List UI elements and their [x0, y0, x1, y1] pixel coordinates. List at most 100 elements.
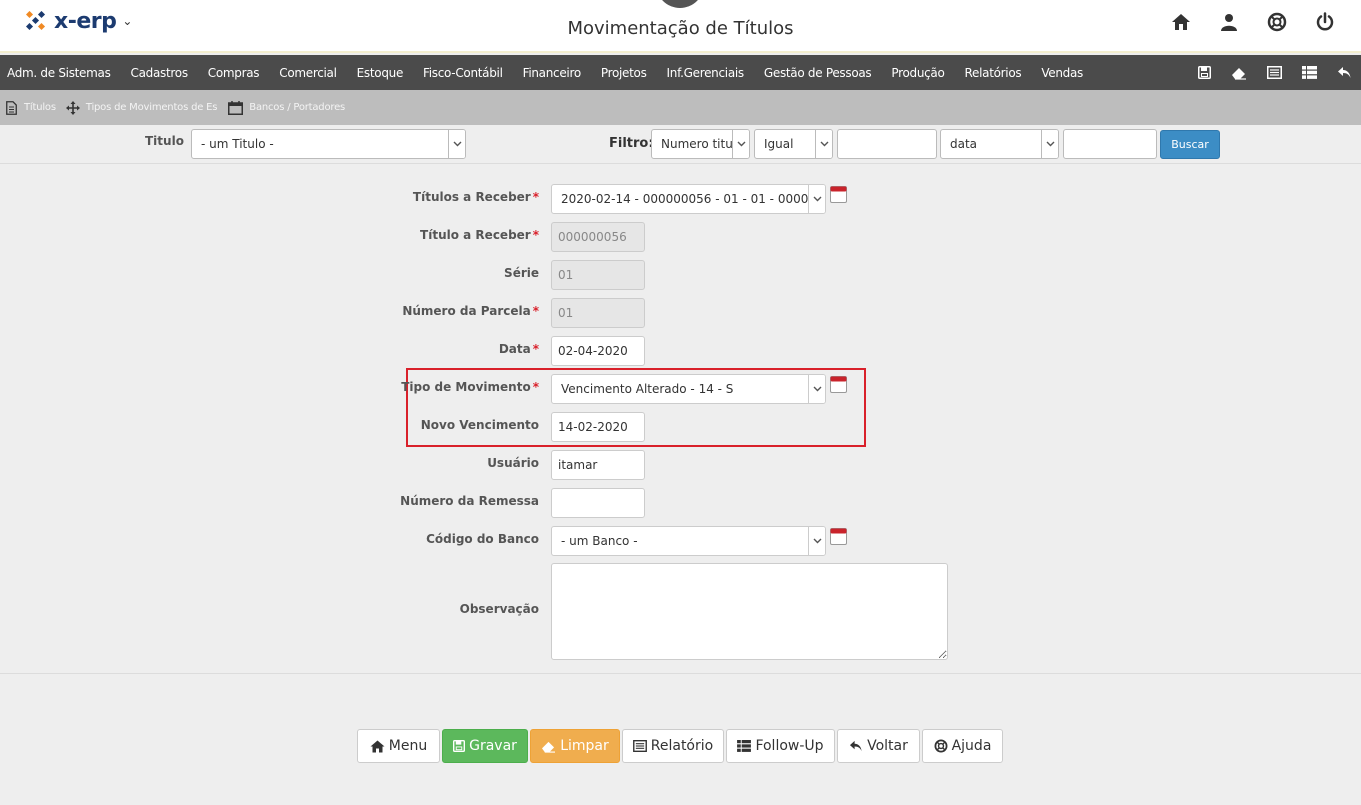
breadcrumb-label: Títulos: [24, 102, 56, 113]
top-header: x-erp ⌄ Movimentação de Títulos: [0, 0, 1361, 53]
gravar-button[interactable]: Gravar: [442, 729, 528, 763]
ajuda-button-label: Ajuda: [951, 738, 992, 754]
menu-button-label: Menu: [388, 738, 428, 754]
parcela-field: 01: [551, 298, 645, 328]
list-alt-icon[interactable]: [1265, 64, 1283, 82]
chevron-down-icon: [808, 375, 825, 403]
usuario-field[interactable]: itamar: [551, 450, 645, 480]
followup-button-label: Follow-Up: [755, 738, 824, 754]
menu-item-gestao-pessoas[interactable]: Gestão de Pessoas: [764, 66, 872, 80]
filtro-label: Filtro:: [609, 136, 654, 151]
breadcrumb-tipos-movimentos[interactable]: Tipos de Movimentos de Es: [65, 100, 218, 115]
breadcrumb-label: Tipos de Movimentos de Es: [85, 102, 218, 113]
undo-icon: [849, 740, 863, 753]
menu-item-fisco-contabil[interactable]: Fisco-Contábil: [423, 66, 503, 80]
menu-item-projetos[interactable]: Projetos: [601, 66, 647, 80]
ajuda-button[interactable]: Ajuda: [922, 729, 1003, 763]
voltar-button-label: Voltar: [867, 738, 908, 754]
observacao-label: Observação: [459, 602, 539, 616]
user-icon[interactable]: [1217, 10, 1241, 34]
titulo-select-value: - um Titulo -: [201, 137, 274, 151]
divider: [0, 673, 1361, 674]
chevron-down-icon: [815, 130, 832, 158]
chevron-down-icon: [1041, 130, 1058, 158]
breadcrumb-titulos[interactable]: Títulos: [4, 100, 56, 115]
filter-operator-select[interactable]: Igual: [754, 129, 833, 159]
observacao-textarea[interactable]: [551, 563, 948, 660]
document-icon: [4, 100, 18, 115]
data-field[interactable]: 02-04-2020: [551, 336, 645, 366]
breadcrumb: Títulos Tipos de Movimentos de Es Bancos…: [0, 90, 1361, 125]
limpar-button[interactable]: Limpar: [530, 729, 620, 763]
eraser-icon[interactable]: [1230, 64, 1248, 82]
menu-item-producao[interactable]: Produção: [891, 66, 944, 80]
menu-item-cadastros[interactable]: Cadastros: [131, 66, 189, 80]
serie-label: Série: [504, 266, 539, 280]
chevron-down-icon: [448, 130, 465, 158]
usuario-label: Usuário: [487, 456, 539, 470]
menu-item-relatorios[interactable]: Relatórios: [965, 66, 1022, 80]
home-icon[interactable]: [1169, 10, 1193, 34]
relatorio-button[interactable]: Relatório: [622, 729, 724, 763]
table-icon: [737, 740, 752, 752]
limpar-button-label: Limpar: [560, 738, 609, 754]
buscar-button[interactable]: Buscar: [1160, 130, 1220, 159]
tipo-movimento-select[interactable]: Vencimento Alterado - 14 - S: [551, 374, 826, 404]
remessa-field[interactable]: [551, 488, 645, 518]
breadcrumb-bancos-portadores[interactable]: Bancos / Portadores: [227, 100, 346, 115]
chevron-down-icon: [732, 130, 749, 158]
filter-date-field-value: data: [950, 137, 978, 151]
menu-item-vendas[interactable]: Vendas: [1041, 66, 1083, 80]
avatar: [656, 0, 704, 8]
save-icon[interactable]: [1195, 64, 1213, 82]
banco-value: - um Banco -: [561, 534, 638, 548]
filter-date-field-select[interactable]: data: [940, 129, 1059, 159]
remessa-label: Número da Remessa: [400, 494, 539, 508]
menu-item-comercial[interactable]: Comercial: [279, 66, 337, 80]
tipo-movimento-value: Vencimento Alterado - 14 - S: [561, 382, 734, 396]
menu-item-estoque[interactable]: Estoque: [357, 66, 404, 80]
filter-search-input[interactable]: [837, 129, 937, 159]
filter-row: Titulo - um Titulo - Filtro: Numero titu…: [0, 125, 1361, 164]
menu-item-compras[interactable]: Compras: [208, 66, 260, 80]
filter-field-select[interactable]: Numero titul: [651, 129, 750, 159]
chevron-down-icon: [808, 527, 825, 555]
tipo-movimento-label: Tipo de Movimento *: [401, 380, 539, 394]
banco-select[interactable]: - um Banco -: [551, 526, 826, 556]
breadcrumb-label: Bancos / Portadores: [249, 102, 346, 113]
save-icon: [453, 740, 466, 752]
table-icon[interactable]: [1300, 64, 1318, 82]
voltar-button[interactable]: Voltar: [837, 729, 920, 763]
titulos-receber-select[interactable]: 2020-02-14 - 000000056 - 01 - 01 - 0000 …: [551, 184, 826, 214]
menu-item-adm-sistemas[interactable]: Adm. de Sistemas: [7, 66, 111, 80]
serie-field: 01: [551, 260, 645, 290]
novo-vencimento-label: Novo Vencimento: [420, 418, 539, 432]
titulos-receber-value: 2020-02-14 - 000000056 - 01 - 01 - 0000 …: [561, 192, 826, 206]
calendar-icon[interactable]: [830, 186, 847, 203]
followup-button[interactable]: Follow-Up: [726, 729, 835, 763]
page-title: Movimentação de Títulos: [567, 18, 794, 39]
menu-item-inf-gerenciais[interactable]: Inf.Gerenciais: [667, 66, 745, 80]
menu-item-financeiro[interactable]: Financeiro: [523, 66, 582, 80]
eraser-icon: [541, 740, 556, 753]
titulo-select[interactable]: - um Titulo -: [191, 129, 466, 159]
relatorio-button-label: Relatório: [650, 738, 714, 754]
main-menu-bar: Adm. de Sistemas Cadastros Compras Comer…: [0, 55, 1361, 90]
titulo-receber-field: 000000056: [551, 222, 645, 252]
calendar-icon[interactable]: [830, 528, 847, 545]
novo-vencimento-field[interactable]: 14-02-2020: [551, 412, 645, 442]
move-arrows-icon: [65, 100, 80, 115]
help-lifebuoy-icon: [934, 739, 948, 753]
calendar-icon[interactable]: [830, 376, 847, 393]
filter-date-input[interactable]: [1063, 129, 1157, 159]
banco-label: Código do Banco: [426, 532, 539, 546]
calendar-icon: [227, 100, 243, 115]
help-lifebuoy-icon[interactable]: [1265, 10, 1289, 34]
menu-button[interactable]: Menu: [357, 729, 440, 763]
chevron-down-icon: [808, 185, 825, 213]
parcela-label: Número da Parcela *: [402, 304, 539, 318]
undo-icon[interactable]: [1335, 64, 1353, 82]
home-icon: [370, 740, 385, 753]
titulos-receber-label: Títulos a Receber *: [412, 190, 539, 204]
power-icon[interactable]: [1313, 10, 1337, 34]
